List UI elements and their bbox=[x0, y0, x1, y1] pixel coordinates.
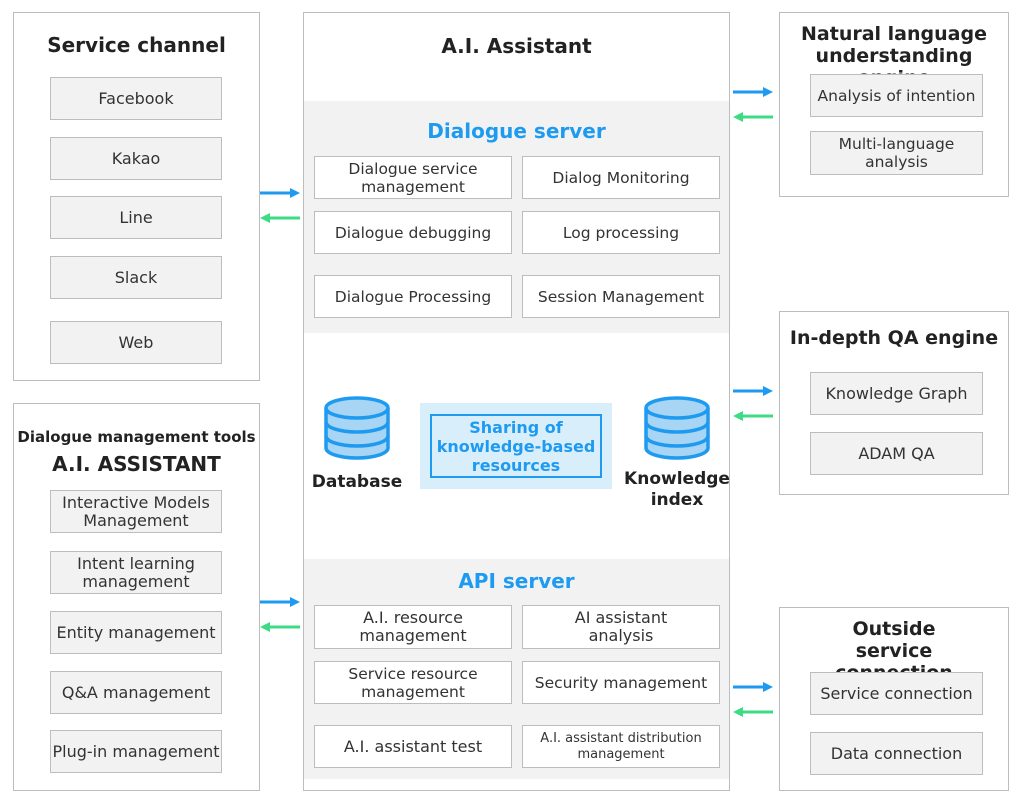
arrow-right-icon bbox=[733, 87, 773, 97]
tool-entity[interactable]: Entity management bbox=[50, 611, 222, 654]
api-server-section: API server A.I. resource management AI a… bbox=[304, 559, 729, 779]
analysis-of-intention[interactable]: Analysis of intention bbox=[810, 74, 983, 117]
dialogue-debugging[interactable]: Dialogue debugging bbox=[314, 211, 512, 254]
ai-assistant-test[interactable]: A.I. assistant test bbox=[314, 725, 512, 768]
service-connection[interactable]: Service connection bbox=[810, 672, 983, 715]
log-processing[interactable]: Log processing bbox=[522, 211, 720, 254]
database-label: Database bbox=[311, 472, 403, 492]
knowledge-index-label: Knowledge index bbox=[624, 469, 730, 510]
channel-web[interactable]: Web bbox=[50, 321, 222, 364]
dialogue-tools-title: A.I. ASSISTANT bbox=[52, 452, 221, 476]
dialogue-service-management[interactable]: Dialogue service management bbox=[314, 156, 512, 199]
dialogue-tools-subtitle: Dialogue management tools bbox=[17, 428, 256, 446]
arrow-left-icon bbox=[733, 411, 773, 421]
nlu-engine-panel: Natural language understanding engine An… bbox=[779, 12, 1009, 197]
service-resource-management[interactable]: Service resource management bbox=[314, 661, 512, 704]
outside-service-panel: Outside service connection Service conne… bbox=[779, 607, 1009, 791]
dialogue-server-section: Dialogue server Dialogue service managem… bbox=[304, 101, 729, 333]
adam-qa[interactable]: ADAM QA bbox=[810, 432, 983, 475]
channel-facebook[interactable]: Facebook bbox=[50, 77, 222, 120]
tool-intent-learning[interactable]: Intent learning management bbox=[50, 551, 222, 594]
arrow-right-icon bbox=[260, 597, 300, 607]
channel-line[interactable]: Line bbox=[50, 196, 222, 239]
arrow-left-icon bbox=[260, 622, 300, 632]
database-icon bbox=[323, 396, 391, 460]
tool-interactive-models[interactable]: Interactive Models Management bbox=[50, 490, 222, 533]
channel-kakao[interactable]: Kakao bbox=[50, 137, 222, 180]
arrow-right-icon bbox=[260, 188, 300, 198]
data-connection[interactable]: Data connection bbox=[810, 732, 983, 775]
api-server-title: API server bbox=[458, 569, 575, 593]
arrow-left-icon bbox=[733, 707, 773, 717]
assistant-panel: A.I. Assistant Dialogue server Dialogue … bbox=[303, 12, 730, 791]
arrow-left-icon bbox=[733, 112, 773, 122]
dialog-monitoring[interactable]: Dialog Monitoring bbox=[522, 156, 720, 199]
security-management[interactable]: Security management bbox=[522, 661, 720, 704]
sharing-resources: Sharing of knowledge-based resources bbox=[420, 403, 612, 489]
service-channel-title: Service channel bbox=[47, 33, 226, 57]
dialogue-processing[interactable]: Dialogue Processing bbox=[314, 275, 512, 318]
knowledge-graph[interactable]: Knowledge Graph bbox=[810, 372, 983, 415]
service-channel-panel: Service channel Facebook Kakao Line Slac… bbox=[13, 12, 260, 381]
multi-language-analysis[interactable]: Multi-language analysis bbox=[810, 131, 983, 175]
knowledge-index-icon bbox=[643, 396, 711, 460]
arrow-left-icon bbox=[260, 213, 300, 223]
ai-resource-management[interactable]: A.I. resource management bbox=[314, 605, 512, 649]
arrow-right-icon bbox=[733, 682, 773, 692]
ai-assistant-distribution-management[interactable]: A.I. assistant distribution management bbox=[522, 725, 720, 768]
qa-engine-title: In-depth QA engine bbox=[789, 327, 999, 349]
ai-assistant-analysis[interactable]: AI assistant analysis bbox=[522, 605, 720, 649]
arrow-right-icon bbox=[733, 386, 773, 396]
tool-plugin[interactable]: Plug-in management bbox=[50, 730, 222, 773]
channel-slack[interactable]: Slack bbox=[50, 256, 222, 299]
assistant-title: A.I. Assistant bbox=[441, 34, 592, 58]
sharing-resources-label: Sharing of knowledge-based resources bbox=[430, 414, 602, 478]
qa-engine-panel: In-depth QA engine Knowledge Graph ADAM … bbox=[779, 311, 1009, 495]
tool-qa[interactable]: Q&A management bbox=[50, 671, 222, 714]
dialogue-tools-panel: Dialogue management tools A.I. ASSISTANT… bbox=[13, 403, 260, 791]
session-management[interactable]: Session Management bbox=[522, 275, 720, 318]
dialogue-server-title: Dialogue server bbox=[427, 119, 606, 143]
